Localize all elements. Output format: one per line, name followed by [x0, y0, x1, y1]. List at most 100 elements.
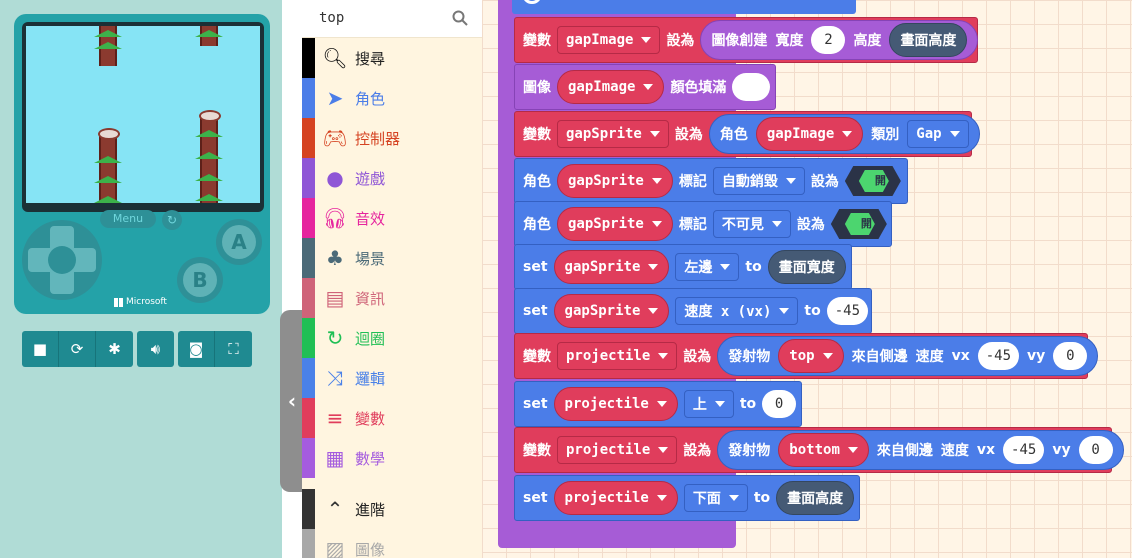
collapse-simulator-button[interactable]: ‹ [280, 310, 304, 492]
category-color-bar [302, 438, 315, 478]
category-label: 數學 [355, 449, 386, 468]
vx-input[interactable]: -45 [1003, 436, 1045, 464]
game-screen[interactable] [26, 26, 260, 203]
set-projectile-top-position-block[interactable]: set projectile 上 to 0 [514, 381, 802, 427]
category-label: 邏輯 [355, 369, 386, 388]
variable-dropdown[interactable]: gapSprite [557, 120, 669, 148]
create-sprite-block[interactable]: 角色 gapImage 類別 Gap [708, 114, 980, 154]
a-button[interactable]: A [216, 219, 262, 265]
screen-width-block[interactable]: 畫面寬度 [767, 250, 846, 284]
debug-icon[interactable]: ✱ [96, 331, 133, 367]
flag-dropdown[interactable]: 自動銷毀 [712, 167, 805, 195]
flag-dropdown[interactable]: 不可見 [712, 210, 791, 238]
toolbox-search[interactable]: top [302, 0, 482, 38]
category-label: 變數 [355, 409, 386, 428]
gapsprite-variable-pill[interactable]: gapSprite [553, 294, 670, 328]
stop-icon[interactable]: ■ [22, 331, 59, 367]
mute-icon[interactable]: 🔊︎ [137, 331, 174, 367]
category-gamepad[interactable]: 🎮︎ 控制器 [302, 118, 482, 158]
dpad[interactable] [22, 220, 102, 300]
category-chevron-up[interactable]: ⌃ 進階 [302, 489, 482, 529]
set-sprite-vx-block[interactable]: set gapSprite 速度 x (vx) to -45 [514, 288, 872, 334]
projectile-variable-pill[interactable]: projectile [553, 387, 678, 421]
screen-bezel [22, 22, 264, 212]
kind-dropdown[interactable]: Gap [907, 120, 969, 148]
projectile-from-side-block[interactable]: 發射物 top 來自側邊 速度 vx -45 vy 0 [717, 336, 1099, 376]
category-search[interactable]: 🔍︎ 搜尋 [302, 38, 482, 78]
tree-icon: ♣ [326, 246, 344, 270]
property-dropdown[interactable]: 上 [683, 390, 734, 418]
set-gapsprite-block[interactable]: 變數 gapSprite 設為 角色 gapImage 類別 Gap [514, 111, 980, 157]
vy-input[interactable]: 0 [1053, 342, 1088, 370]
gapsprite-variable-pill[interactable]: gapSprite [557, 207, 673, 241]
color-picker[interactable] [732, 73, 771, 101]
top-hat-block[interactable]: + [512, 0, 856, 14]
gapimage-variable-pill[interactable]: gapImage [755, 117, 864, 151]
on-toggle[interactable]: 開 [844, 166, 901, 196]
fullscreen-icon[interactable]: ⛶ [215, 331, 252, 367]
menu-button[interactable]: Menu [100, 210, 156, 228]
image-variable-pill[interactable]: bottom [778, 433, 869, 467]
category-label: 資訊 [355, 289, 386, 308]
sprite-flag-autodestroy-block[interactable]: 角色 gapSprite 標記 自動銷毀 設為 開 [514, 158, 908, 204]
category-color-bar [302, 398, 315, 438]
screenshot-icon[interactable]: ◙ [178, 331, 215, 367]
set-sprite-left-block[interactable]: set gapSprite 左邊 to 畫面寬度 [514, 244, 852, 290]
simulator-toolbar: ■ ⟳ ✱ 🔊︎ ◙ ⛶ [22, 331, 252, 367]
on-toggle[interactable]: 開 [830, 209, 887, 239]
category-shuffle[interactable]: ⤨ 邏輯 [302, 358, 482, 398]
width-input[interactable]: 2 [811, 26, 846, 54]
category-tree[interactable]: ♣ 場景 [302, 238, 482, 278]
top-input[interactable]: 0 [762, 390, 797, 418]
category-color-bar [302, 118, 315, 158]
screen-height-block[interactable]: 畫面高度 [776, 481, 855, 515]
gapimage-variable-pill[interactable]: gapImage [557, 70, 665, 104]
calculator-icon: ▦ [325, 446, 345, 470]
search-icon[interactable] [452, 10, 468, 26]
projectile-from-side-block[interactable]: 發射物 bottom 來自側邊 速度 vx -45 vy 0 [717, 430, 1124, 470]
set-projectile-top-block[interactable]: 變數 projectile 設為 發射物 top 來自側邊 速度 vx -45 … [514, 333, 1099, 379]
category-label: 角色 [355, 89, 386, 108]
gapsprite-variable-pill[interactable]: gapSprite [553, 250, 670, 284]
category-headphones[interactable]: 🎧︎ 音效 [302, 198, 482, 238]
restart-icon[interactable]: ⟳ [59, 331, 96, 367]
search-input[interactable]: top [319, 10, 344, 26]
microsoft-logo: Microsoft [114, 297, 167, 307]
headphones-icon: 🎧︎ [322, 206, 348, 230]
category-color-bar [302, 529, 315, 558]
property-dropdown[interactable]: 下面 [683, 484, 748, 512]
category-image[interactable]: ▨ 圖像 [302, 529, 482, 558]
image-variable-pill[interactable]: top [778, 339, 844, 373]
image-fill-block[interactable]: 圖像 gapImage 顏色填滿 [514, 64, 776, 110]
variable-dropdown[interactable]: projectile [557, 436, 678, 464]
create-image-block[interactable]: 圖像創建 寬度 2 高度 畫面高度 [700, 20, 979, 60]
add-icon[interactable]: + [522, 0, 542, 4]
screen-height-block[interactable]: 畫面高度 [889, 23, 968, 57]
category-circle[interactable]: ● 遊戲 [302, 158, 482, 198]
category-label: 圖像 [355, 540, 386, 558]
set-gapimage-block[interactable]: 變數 gapImage 設為 圖像創建 寬度 2 高度 畫面高度 [514, 17, 979, 63]
set-projectile-bottom-block[interactable]: 變數 projectile 設為 發射物 bottom 來自側邊 速度 vx -… [514, 427, 1124, 473]
property-dropdown[interactable]: 速度 x (vx) [675, 297, 799, 325]
projectile-variable-pill[interactable]: projectile [553, 481, 678, 515]
category-paper-plane[interactable]: ➤ 角色 [302, 78, 482, 118]
vx-input[interactable]: -45 [977, 342, 1020, 370]
category-id-card[interactable]: ▤ 資訊 [302, 278, 482, 318]
category-color-bar [302, 489, 315, 529]
vx-input[interactable]: -45 [826, 297, 869, 325]
variable-dropdown[interactable]: projectile [557, 342, 678, 370]
b-button[interactable]: B [177, 257, 223, 303]
category-loop[interactable]: ↻ 迴圈 [302, 318, 482, 358]
variable-dropdown[interactable]: gapImage [557, 26, 661, 54]
category-label: 遊戲 [355, 169, 386, 188]
reset-icon[interactable]: ↻ [162, 210, 182, 230]
set-projectile-bottom-position-block[interactable]: set projectile 下面 to 畫面高度 [514, 475, 860, 521]
gapsprite-variable-pill[interactable]: gapSprite [557, 164, 673, 198]
sprite-flag-invisible-block[interactable]: 角色 gapSprite 標記 不可見 設為 開 [514, 201, 892, 247]
blocks-workspace[interactable]: + 變數 gapImage 設為 圖像創建 寬度 2 高度 畫面高度 圖像 ga… [482, 0, 1132, 558]
category-lines[interactable]: ≡ 變數 [302, 398, 482, 438]
category-calculator[interactable]: ▦ 數學 [302, 438, 482, 478]
property-dropdown[interactable]: 左邊 [675, 253, 740, 281]
loop-icon: ↻ [326, 326, 344, 350]
vy-input[interactable]: 0 [1078, 436, 1113, 464]
